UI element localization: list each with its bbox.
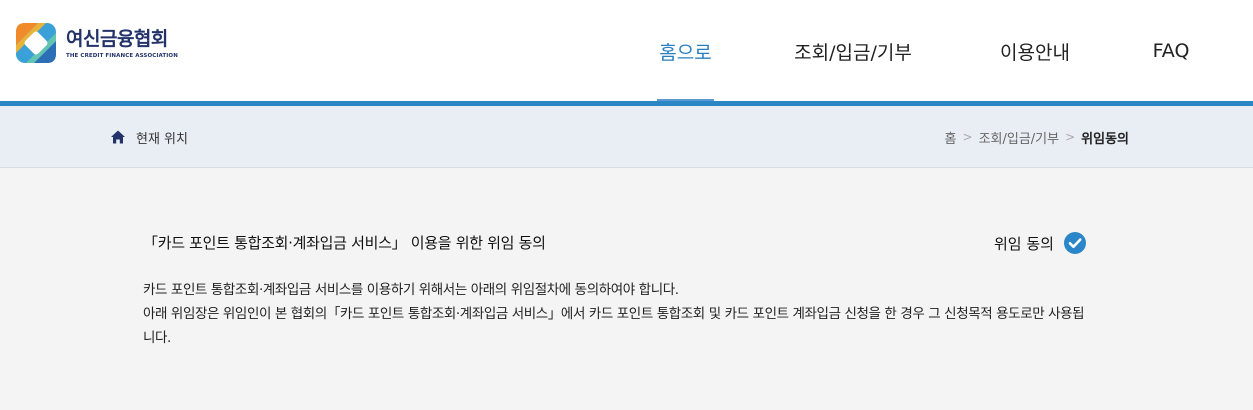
location-bar: 현재 위치 홈 > 조회/입금/기부 > 위임동의 [0,106,1253,168]
brand-name: 여신금융협회 [66,27,168,50]
breadcrumb-inquiry[interactable]: 조회/입금/기부 [979,128,1060,147]
nav-faq[interactable]: FAQ [1146,0,1196,102]
nav-inquiry-deposit-donation[interactable]: 조회/입금/기부 [784,0,922,102]
site-header: 여신금융협회 THE CREDIT FINANCE ASSOCIATION 홈으… [0,0,1253,103]
home-icon [111,130,125,144]
breadcrumb-separator: > [1065,130,1076,144]
consent-section: 「카드 포인트 통합조회·계좌입금 서비스」 이용을 위한 위임 동의 위임 동… [0,168,1253,410]
check-circle-icon [1063,232,1086,254]
current-location: 현재 위치 [110,106,188,168]
site-logo[interactable]: 여신금융협회 THE CREDIT FINANCE ASSOCIATION [16,23,178,63]
breadcrumb-separator: > [962,130,973,144]
consent-title: 「카드 포인트 통합조회·계좌입금 서비스」 이용을 위한 위임 동의 [143,234,546,252]
breadcrumb: 홈 > 조회/입금/기부 > 위임동의 [945,106,1129,168]
current-location-label: 현재 위치 [136,131,188,147]
consent-description-line: 아래 위임장은 위임인이 본 협회의「카드 포인트 통합조회·계좌입금 서비스」… [143,306,1085,346]
consent-status[interactable]: 위임 동의 [994,232,1086,254]
brand-subtitle: THE CREDIT FINANCE ASSOCIATION [66,52,178,59]
breadcrumb-current: 위임동의 [1081,131,1129,147]
nav-home[interactable]: 홈으로 [657,0,714,103]
breadcrumb-home[interactable]: 홈 [945,128,957,147]
logo-mark-icon [16,23,56,63]
consent-status-label: 위임 동의 [994,234,1054,253]
consent-description-line: 카드 포인트 통합조회·계좌입금 서비스를 이용하기 위해서는 아래의 위임절차… [143,282,679,298]
nav-usage-guide[interactable]: 이용안내 [991,0,1079,102]
consent-description: 카드 포인트 통합조회·계좌입금 서비스를 이용하기 위해서는 아래의 위임절차… [143,278,1088,350]
